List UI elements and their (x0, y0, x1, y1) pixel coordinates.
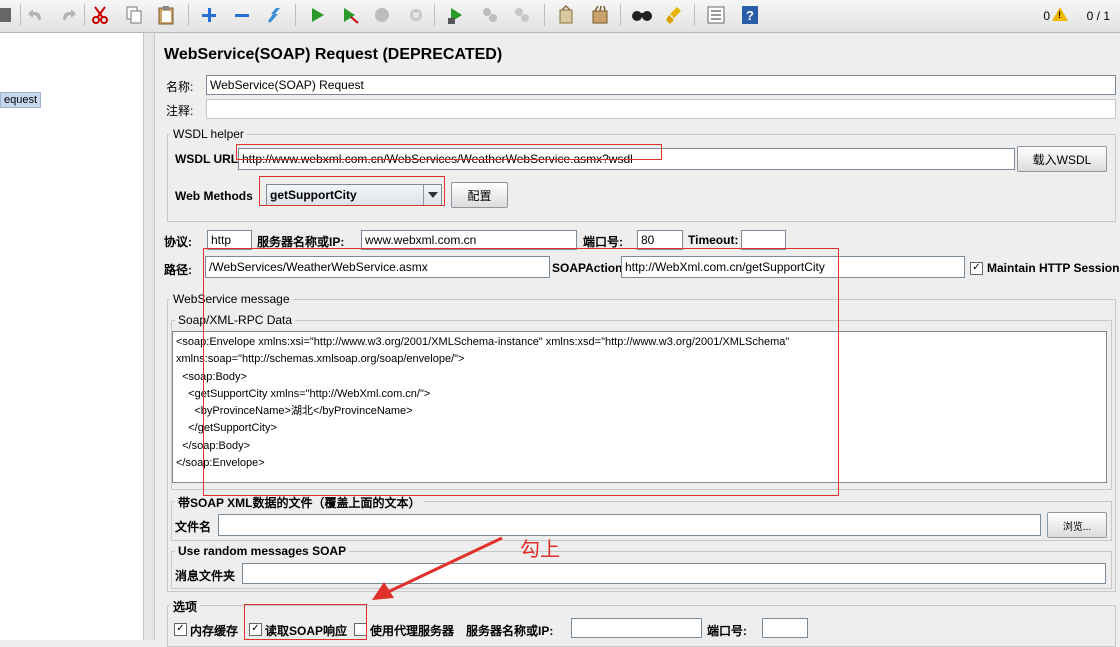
test-plan-tree[interactable]: equest (0, 33, 144, 640)
server-input[interactable]: www.webxml.com.cn (361, 230, 577, 250)
thread-count: 0 / 1 (1086, 9, 1110, 23)
file-name-input[interactable] (218, 514, 1041, 536)
function-helper-icon[interactable] (704, 3, 728, 27)
memory-cache-checkbox[interactable]: ✓ (174, 623, 187, 636)
toolbar: ? 0 ! 0 / 1 (0, 0, 1120, 33)
maintain-session-label: Maintain HTTP Session (987, 261, 1120, 275)
name-input[interactable]: WebService(SOAP) Request (206, 75, 1116, 95)
web-methods-label: Web Methods (175, 189, 253, 203)
clear-all-icon[interactable] (588, 3, 612, 27)
error-count: 0 (1043, 9, 1050, 23)
load-wsdl-button[interactable]: 载入WSDL (1017, 146, 1107, 172)
annotation-arrow-icon (372, 536, 503, 600)
name-label: 名称: (166, 80, 194, 94)
copy-icon[interactable] (122, 3, 146, 27)
toggle-icon[interactable] (262, 3, 286, 27)
page-title: WebService(SOAP) Request (DEPRECATED) (164, 46, 503, 63)
annotation-box-soap-data (203, 248, 839, 496)
browse-button[interactable]: 浏览... (1047, 512, 1107, 538)
proxy-server-input[interactable] (571, 618, 702, 638)
toolbar-separator (620, 4, 621, 26)
comment-input[interactable] (206, 99, 1116, 119)
remote-start-icon[interactable] (444, 3, 468, 27)
toolbar-separator (20, 4, 21, 26)
toolbar-separator (295, 4, 296, 26)
annotation-box-web-methods (259, 176, 445, 206)
shutdown-icon[interactable] (404, 3, 428, 27)
wsdl-url-label: WSDL URL (175, 152, 239, 166)
configure-button[interactable]: 配置 (451, 182, 508, 208)
toolbar-separator (84, 4, 85, 26)
collapse-icon[interactable] (230, 3, 254, 27)
options-legend: 选项 (170, 598, 201, 615)
message-folder-label: 消息文件夹 (175, 569, 236, 583)
toolbar-separator (544, 4, 545, 26)
port-input[interactable]: 80 (637, 230, 683, 250)
annotation-text: 勾上 (520, 539, 560, 561)
paste-icon[interactable] (154, 3, 178, 27)
memory-cache-label: 内存缓存 (190, 624, 239, 638)
svg-text:?: ? (746, 8, 754, 23)
proxy-server-label: 服务器名称或IP: (466, 624, 554, 638)
maintain-session-checkbox[interactable]: ✓ (970, 262, 983, 275)
start-icon[interactable] (305, 3, 329, 27)
timeout-input[interactable] (741, 230, 786, 250)
undo-icon[interactable] (24, 3, 48, 27)
reset-search-icon[interactable] (663, 3, 687, 27)
remote-stop-icon[interactable] (478, 3, 502, 27)
search-icon[interactable] (630, 3, 654, 27)
comment-label: 注释: (166, 104, 194, 118)
random-messages-legend: Use random messages SOAP (175, 544, 350, 558)
help-icon[interactable]: ? (738, 3, 762, 27)
path-label: 路径: (164, 263, 192, 277)
timeout-label: Timeout: (688, 233, 739, 247)
use-proxy-label: 使用代理服务器 (370, 624, 455, 638)
soap-file-legend: 带SOAP XML数据的文件（覆盖上面的文本） (175, 494, 424, 511)
remote-shutdown-icon[interactable] (510, 3, 534, 27)
toolbar-separator (188, 4, 189, 26)
annotation-box-read-response (244, 604, 367, 640)
redo-icon[interactable] (56, 3, 80, 27)
warning-icon-mark: ! (1058, 10, 1061, 20)
file-name-label: 文件名 (175, 520, 212, 534)
panel-splitter[interactable] (144, 33, 155, 640)
protocol-input[interactable]: http (207, 230, 252, 250)
protocol-label: 协议: (164, 235, 192, 249)
expand-icon[interactable] (197, 3, 221, 27)
cut-icon[interactable] (88, 3, 112, 27)
proxy-port-label: 端口号: (707, 624, 747, 638)
start-no-pause-icon[interactable] (338, 3, 362, 27)
templates-icon[interactable] (0, 3, 16, 27)
proxy-port-input[interactable] (762, 618, 808, 638)
wsdl-helper-legend: WSDL helper (170, 127, 247, 141)
toolbar-separator (434, 4, 435, 26)
annotation-box-wsdl-url (236, 144, 662, 160)
toolbar-separator (694, 4, 695, 26)
stop-icon[interactable] (370, 3, 394, 27)
tree-item-webservice-request[interactable]: equest (0, 92, 42, 108)
clear-icon[interactable] (554, 3, 578, 27)
